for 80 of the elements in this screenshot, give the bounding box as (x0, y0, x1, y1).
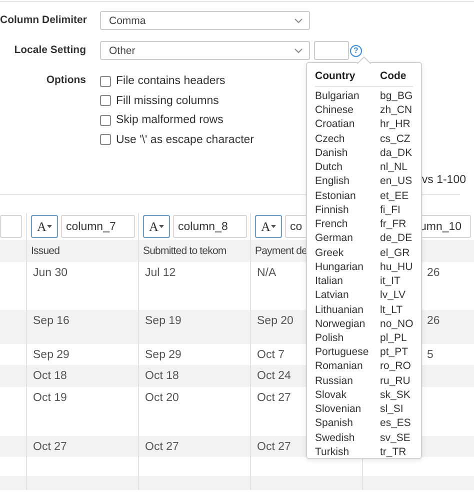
language-name: Chinese (315, 103, 355, 118)
table-cell: 26 (427, 315, 440, 327)
language-name: Estonian (315, 188, 357, 203)
locale-code: sv_SE (380, 430, 412, 445)
table-cell: Oct 27 (33, 441, 67, 453)
table-cell: Oct 7 (257, 349, 284, 361)
rows-range-text: vs 1-100 (422, 174, 466, 186)
locale-code: sk_SK (380, 388, 412, 402)
locale-code: ru_RU (380, 374, 412, 388)
popover-column-header: Code (380, 69, 414, 87)
language-name: Greek (315, 246, 345, 260)
locale-code: bg_BG (380, 89, 414, 104)
language-name: Czech (315, 132, 346, 146)
locale-code: sl_SI (380, 402, 404, 416)
column-header: Issued (31, 245, 60, 257)
locale-code: ro_RO (380, 359, 412, 374)
column-header: Submitted to tekom (143, 245, 226, 257)
language-name: Hungarian (315, 260, 364, 274)
locale-code: et_EE (380, 188, 410, 203)
language-name: French (315, 217, 349, 232)
language-name: Bulgarian (315, 89, 360, 104)
language-name: Lithuanian (315, 302, 364, 317)
locale-code: en_US (380, 174, 414, 189)
field-label: Locale Setting (13, 43, 86, 58)
table-cell: Oct 27 (257, 441, 291, 453)
language-name: German (315, 231, 354, 246)
table-cell: Sep 29 (145, 349, 182, 361)
language-name: English (315, 174, 350, 189)
locale-code: lt_LT (380, 302, 404, 317)
locale-code: el_GR (380, 246, 411, 260)
field-label: Column Delimiter (0, 13, 86, 28)
language-name: Polish (315, 330, 345, 346)
table-cell: Jun 30 (33, 267, 68, 279)
language-name: Portuguese (315, 345, 370, 360)
table-cell: Oct 19 (33, 392, 67, 404)
table-cell: 26 (427, 267, 440, 279)
language-name: Latvian (315, 288, 350, 303)
locale-code: it_IT (380, 274, 402, 288)
locale-code: fi_FI (380, 202, 402, 218)
table-cell: Oct 18 (33, 370, 67, 382)
language-name: Slovenian (315, 402, 362, 416)
language-name: Russian (315, 374, 354, 388)
locale-code: no_NO (380, 316, 414, 331)
field-label: Options (45, 73, 86, 88)
locale-code: pl_PL (380, 330, 408, 346)
locale-code: es_ES (380, 416, 412, 431)
language-name: Slovak (315, 388, 348, 402)
locale-code: pt_PT (380, 345, 410, 360)
language-name: Danish (315, 146, 349, 160)
table-cell: Oct 24 (257, 370, 291, 382)
table-cell: Jul 12 (145, 267, 176, 279)
language-name: Italian (315, 274, 344, 288)
language-name: Turkish (315, 444, 350, 460)
locale-code: da_DK (380, 146, 414, 160)
table-cell: Oct 27 (145, 441, 179, 453)
table-cell: Sep 20 (257, 315, 294, 327)
locale-code: tr_TR (380, 444, 408, 460)
table-cell: Sep 16 (33, 315, 70, 327)
language-name: Spanish (315, 416, 354, 431)
locale-code: zh_CN (380, 103, 414, 118)
language-name: Swedish (315, 430, 356, 445)
locale-code: cs_CZ (380, 132, 412, 146)
locale-code: fr_FR (380, 217, 408, 232)
locale-code: nl_NL (380, 160, 408, 174)
table-cell: Oct 27 (257, 392, 291, 404)
language-name: Norwegian (315, 316, 366, 331)
locale-code: hu_HU (380, 260, 414, 274)
table-cell: 5 (427, 349, 434, 361)
table-cell: Oct 20 (145, 392, 179, 404)
table-cell: Oct 18 (145, 370, 179, 382)
locale-code: lv_LV (380, 288, 406, 303)
table-cell: N/A (257, 267, 276, 279)
language-name: Croatian (315, 117, 356, 132)
table-cell: Sep 29 (33, 349, 70, 361)
language-name: Finnish (315, 202, 350, 218)
popover-column-header: Country (315, 69, 380, 87)
locale-code: hr_HR (380, 117, 412, 132)
table-cell: Sep 19 (145, 315, 182, 327)
language-name: Dutch (315, 160, 344, 174)
language-name: Romanian (315, 359, 364, 374)
